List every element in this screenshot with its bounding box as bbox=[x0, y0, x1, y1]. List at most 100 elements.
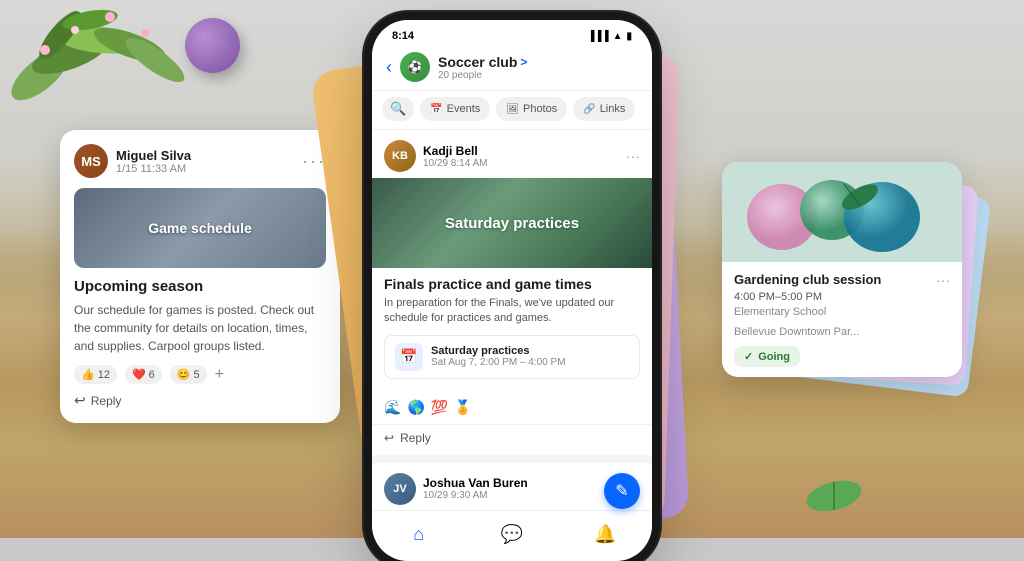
phone-mockup-wrapper: 8:14 ▐▐▐ ▲ ▮ ‹ ⚽ Soccer club > 20 people… bbox=[372, 20, 652, 561]
left-card-title: Upcoming season bbox=[74, 278, 326, 295]
reply-icon: ↩ bbox=[74, 392, 86, 409]
phone: 8:14 ▐▐▐ ▲ ▮ ‹ ⚽ Soccer club > 20 people… bbox=[372, 20, 652, 561]
status-icons: ▐▐▐ ▲ ▮ bbox=[587, 31, 632, 42]
going-button[interactable]: ✓ Going bbox=[734, 346, 800, 367]
links-tab-label: Links bbox=[600, 103, 626, 115]
phone-post1-avatar: KB bbox=[384, 140, 416, 172]
right-card-location: Elementary School bbox=[734, 306, 950, 318]
extra-icon: 😊 bbox=[177, 368, 191, 381]
event-calendar-icon: 📅 bbox=[395, 343, 423, 371]
tab-links[interactable]: 🔗 Links bbox=[573, 97, 635, 121]
left-card-user-info: Miguel Silva 1/15 11:33 AM bbox=[116, 148, 191, 175]
phone-post1-title: Finals practice and game times bbox=[384, 276, 640, 292]
tab-photos[interactable]: 🖼 Photos bbox=[496, 97, 567, 121]
phone-post1-more[interactable]: ··· bbox=[626, 148, 640, 164]
signal-icon: ▐▐▐ bbox=[587, 31, 608, 42]
left-card-image-label: Game schedule bbox=[74, 188, 326, 268]
thumbs-icon: 👍 bbox=[81, 368, 95, 381]
phone-post-1: KB Kadji Bell 10/29 8:14 AM ··· Saturday… bbox=[372, 130, 652, 455]
reply-text: Reply bbox=[400, 431, 431, 445]
right-card-title: Gardening club session bbox=[734, 272, 881, 287]
group-name[interactable]: Soccer club > bbox=[438, 54, 638, 70]
right-card-image bbox=[722, 162, 962, 262]
right-card-body: Gardening club session ··· 4:00 PM–5:00 … bbox=[722, 262, 962, 377]
right-card-time: 4:00 PM–5:00 PM bbox=[734, 291, 950, 303]
reaction-emoji-2: 🌎 bbox=[407, 399, 424, 416]
phone-post2-username: Joshua Van Buren bbox=[423, 476, 528, 490]
event-info: Saturday practices Sat Aug 7, 2:00 PM – … bbox=[431, 345, 566, 368]
phone-post1-text: In preparation for the Finals, we've upd… bbox=[384, 296, 640, 327]
group-members-count: 20 people bbox=[438, 70, 638, 81]
group-avatar: ⚽ bbox=[400, 52, 430, 82]
wifi-icon: ▲ bbox=[613, 31, 623, 42]
group-chevron: > bbox=[520, 55, 527, 69]
reaction-emoji-4: 🏅 bbox=[454, 399, 471, 416]
photos-tab-icon: 🖼 bbox=[506, 104, 519, 115]
left-card-user: MS Miguel Silva 1/15 11:33 AM bbox=[74, 144, 191, 178]
reaction-emoji-3: 💯 bbox=[431, 399, 448, 416]
phone-tabs: 🔍 📅 Events 🖼 Photos 🔗 Links bbox=[372, 91, 652, 130]
phone-post2-avatar: JV bbox=[384, 473, 416, 505]
phone-post2-date: 10/29 9:30 AM bbox=[423, 490, 528, 501]
left-post-card: MS Miguel Silva 1/15 11:33 AM ··· Game s… bbox=[60, 130, 340, 423]
events-tab-label: Events bbox=[447, 103, 481, 115]
right-card-image-art bbox=[722, 162, 962, 262]
event-name: Saturday practices bbox=[431, 345, 566, 357]
phone-post1-image-label: Saturday practices bbox=[372, 178, 652, 268]
going-label: Going bbox=[758, 351, 790, 363]
fab-compose-button[interactable]: ✎ bbox=[604, 473, 640, 509]
reply-arrow-icon: ↩ bbox=[384, 431, 394, 445]
phone-post1-user: KB Kadji Bell 10/29 8:14 AM bbox=[384, 140, 488, 172]
left-card-avatar: MS bbox=[74, 144, 108, 178]
status-bar: 8:14 ▐▐▐ ▲ ▮ bbox=[372, 20, 652, 46]
phone-post1-user-info: Kadji Bell 10/29 8:14 AM bbox=[423, 144, 488, 169]
event-date: Sat Aug 7, 2:00 PM – 4:00 PM bbox=[431, 357, 566, 368]
phone-post1-username: Kadji Bell bbox=[423, 144, 488, 158]
reaction-hearts[interactable]: ❤️ 6 bbox=[125, 365, 162, 384]
phone-content: KB Kadji Bell 10/29 8:14 AM ··· Saturday… bbox=[372, 130, 652, 510]
tab-search[interactable]: 🔍 bbox=[382, 97, 414, 121]
events-tab-icon: 📅 bbox=[430, 104, 442, 115]
left-card-body: Our schedule for games is posted. Check … bbox=[74, 301, 326, 355]
add-reaction-icon[interactable]: + bbox=[215, 366, 224, 384]
thumbs-count: 12 bbox=[98, 369, 110, 381]
bottom-nav-bell[interactable]: 🔔 bbox=[587, 519, 623, 549]
check-icon: ✓ bbox=[744, 350, 753, 363]
bottom-nav-home[interactable]: ⌂ bbox=[401, 519, 437, 549]
phone-bottom-nav: ⌂ 💬 🔔 bbox=[372, 510, 652, 561]
battery-icon: ▮ bbox=[626, 31, 632, 42]
left-card-username: Miguel Silva bbox=[116, 148, 191, 163]
tab-events[interactable]: 📅 Events bbox=[420, 97, 490, 121]
group-name-text: Soccer club bbox=[438, 54, 517, 70]
phone-post1-body: Finals practice and game times In prepar… bbox=[372, 268, 652, 395]
heart-icon: ❤️ bbox=[132, 368, 146, 381]
reply-label: Reply bbox=[91, 394, 122, 408]
compose-icon: ✎ bbox=[615, 481, 628, 501]
photos-tab-label: Photos bbox=[523, 103, 557, 115]
leaf-decoration-bottomright bbox=[799, 468, 869, 518]
right-card-more[interactable]: ··· bbox=[936, 272, 950, 288]
phone-event-card[interactable]: 📅 Saturday practices Sat Aug 7, 2:00 PM … bbox=[384, 335, 640, 379]
right-card-location2: Bellevue Downtown Par... bbox=[734, 326, 950, 338]
hearts-count: 6 bbox=[149, 369, 155, 381]
reaction-extra[interactable]: 😊 5 bbox=[170, 365, 207, 384]
reaction-emoji-1: 🌊 bbox=[384, 399, 401, 416]
left-card-reply[interactable]: ↩ Reply bbox=[74, 392, 326, 409]
status-time: 8:14 bbox=[392, 30, 414, 42]
links-tab-icon: 🔗 bbox=[583, 104, 595, 115]
phone-post1-reply[interactable]: ↩ Reply bbox=[372, 424, 652, 455]
extra-count: 5 bbox=[193, 369, 199, 381]
left-card-reactions: 👍 12 ❤️ 6 😊 5 + bbox=[74, 365, 326, 384]
left-card-image: Game schedule bbox=[74, 188, 326, 268]
phone-post1-date: 10/29 8:14 AM bbox=[423, 158, 488, 169]
bottom-nav-chat[interactable]: 💬 bbox=[494, 519, 530, 549]
left-card-header: MS Miguel Silva 1/15 11:33 AM ··· bbox=[74, 144, 326, 178]
right-event-card: Gardening club session ··· 4:00 PM–5:00 … bbox=[722, 162, 962, 377]
back-button[interactable]: ‹ bbox=[386, 57, 392, 78]
phone-post1-reactions: 🌊 🌎 💯 🏅 bbox=[372, 395, 652, 424]
group-info: Soccer club > 20 people bbox=[438, 54, 638, 81]
phone-post2-user-info: Joshua Van Buren 10/29 9:30 AM bbox=[423, 476, 528, 501]
reaction-thumbs[interactable]: 👍 12 bbox=[74, 365, 117, 384]
left-card-date: 1/15 11:33 AM bbox=[116, 163, 191, 175]
phone-nav-header: ‹ ⚽ Soccer club > 20 people bbox=[372, 46, 652, 91]
